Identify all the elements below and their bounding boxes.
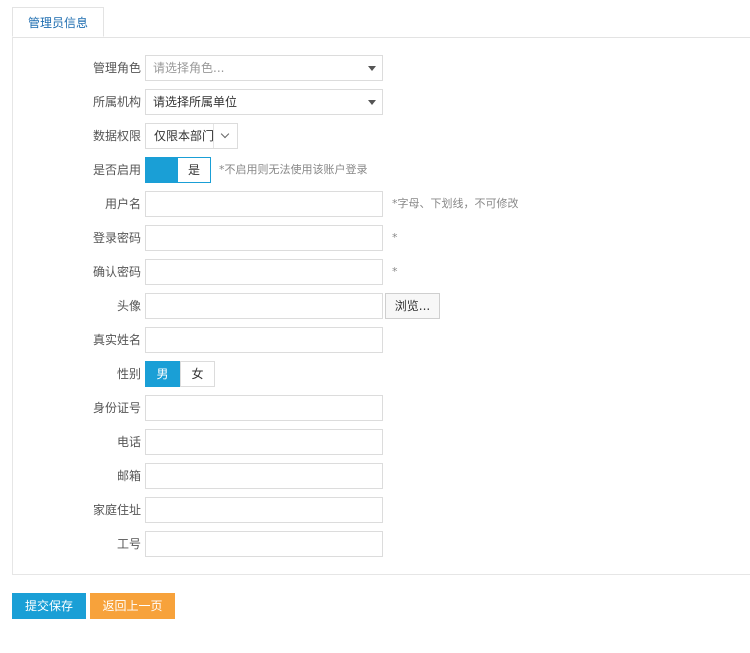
email-row: 邮箱	[13, 463, 750, 489]
caret-down-icon	[368, 100, 376, 105]
scope-dropdown[interactable]: 仅限本部门	[145, 123, 238, 149]
employee-no-row: 工号	[13, 531, 750, 557]
realname-label: 真实姓名	[92, 333, 141, 347]
org-value: 请选择所属单位	[153, 95, 238, 109]
gender-male-option[interactable]: 男	[145, 361, 180, 387]
employee-no-label: 工号	[116, 537, 141, 551]
realname-input[interactable]	[145, 327, 383, 353]
idcard-label: 身份证号	[92, 401, 141, 415]
confirm-password-input[interactable]	[145, 259, 383, 285]
toggle-knob	[146, 158, 178, 182]
enabled-toggle[interactable]: 是	[145, 157, 211, 183]
tab-admin-info[interactable]: 管理员信息	[12, 7, 104, 37]
confirm-required-mark: *	[392, 265, 398, 278]
password-required-mark: *	[392, 231, 398, 244]
enabled-row: 是否启用 是 *不启用则无法使用该账户登录	[13, 157, 750, 183]
role-row: 管理角色 请选择角色...	[13, 55, 750, 81]
avatar-label: 头像	[116, 299, 141, 313]
email-input[interactable]	[145, 463, 383, 489]
phone-label: 电话	[116, 435, 141, 449]
password-row: 登录密码 *	[13, 225, 750, 251]
org-select[interactable]: 请选择所属单位	[145, 89, 383, 115]
tab-bar: 管理员信息	[12, 7, 750, 38]
dropdown-divider	[213, 124, 214, 148]
phone-row: 电话	[13, 429, 750, 455]
role-placeholder: 请选择角色...	[153, 61, 225, 75]
address-row: 家庭住址	[13, 497, 750, 523]
address-label: 家庭住址	[92, 503, 141, 517]
phone-input[interactable]	[145, 429, 383, 455]
avatar-input[interactable]	[145, 293, 383, 319]
avatar-row: 头像 浏览...	[13, 293, 750, 319]
realname-row: 真实姓名	[13, 327, 750, 353]
caret-down-icon	[368, 66, 376, 71]
enabled-label: 是否启用	[92, 163, 141, 177]
email-label: 邮箱	[116, 469, 141, 483]
org-row: 所属机构 请选择所属单位	[13, 89, 750, 115]
idcard-input[interactable]	[145, 395, 383, 421]
scope-value: 仅限本部门	[154, 129, 215, 143]
password-label: 登录密码	[92, 231, 141, 245]
scope-row: 数据权限 仅限本部门	[13, 123, 750, 149]
gender-row: 性别 男 女	[13, 361, 750, 387]
org-label: 所属机构	[92, 95, 141, 109]
role-label: 管理角色	[92, 61, 141, 75]
username-input[interactable]	[145, 191, 383, 217]
username-row: 用户名 *字母、下划线，不可修改	[13, 191, 750, 217]
password-input[interactable]	[145, 225, 383, 251]
chevron-down-icon	[220, 129, 230, 139]
browse-button[interactable]: 浏览...	[385, 293, 440, 319]
confirm-label: 确认密码	[92, 265, 141, 279]
form-panel: 管理角色 请选择角色... 所属机构 请选择所属单位 数据权限 仅限本部门 是否…	[12, 37, 750, 575]
username-hint: *字母、下划线，不可修改	[392, 197, 519, 210]
toggle-state: 是	[187, 163, 200, 177]
scope-label: 数据权限	[92, 129, 141, 143]
enabled-hint: *不启用则无法使用该账户登录	[219, 163, 368, 176]
employee-no-input[interactable]	[145, 531, 383, 557]
back-button[interactable]: 返回上一页	[90, 593, 175, 619]
address-input[interactable]	[145, 497, 383, 523]
username-label: 用户名	[104, 197, 141, 211]
role-select[interactable]: 请选择角色...	[145, 55, 383, 81]
gender-female-option[interactable]: 女	[180, 361, 215, 387]
save-button[interactable]: 提交保存	[12, 593, 86, 619]
gender-label: 性别	[116, 367, 141, 381]
idcard-row: 身份证号	[13, 395, 750, 421]
confirm-row: 确认密码 *	[13, 259, 750, 285]
